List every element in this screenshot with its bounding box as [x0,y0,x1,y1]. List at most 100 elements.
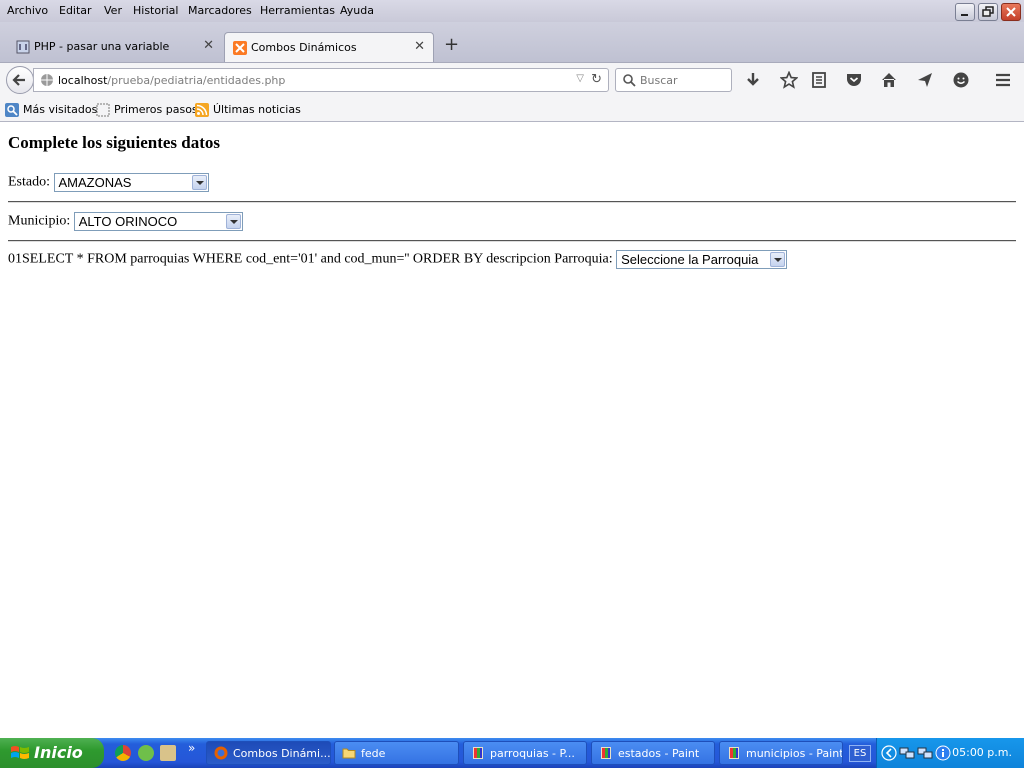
bookmark-primeros-pasos[interactable]: Primeros pasos [96,103,198,117]
url-bar[interactable]: localhost/prueba/pediatria/entidades.php… [33,68,609,92]
app-quicklaunch-icon[interactable] [160,745,176,761]
info-icon[interactable] [935,745,951,761]
reload-icon[interactable]: ↻ [591,72,602,87]
new-tab-icon[interactable]: + [444,34,459,55]
url-path: /prueba/pediatria/entidades.php [107,74,286,87]
search-input[interactable]: Buscar [615,68,732,92]
bookmark-label: Últimas noticias [213,103,301,116]
taskbar-button-fede[interactable]: fede [334,741,459,765]
minimize-button[interactable] [955,3,975,21]
history-dropdown-icon[interactable]: ▽ [576,73,584,84]
page-content: Complete los siguientes datos Estado: AM… [0,123,1024,738]
url-host: localhost [58,74,108,87]
chevron-down-icon [191,175,207,190]
tray-expand-icon[interactable] [881,745,897,761]
menu-herramientas[interactable]: Herramientas [260,4,335,17]
municipio-label: Municipio: [8,213,71,229]
navigation-bar: localhost/prueba/pediatria/entidades.php… [0,62,1024,96]
sql-query-text: 01SELECT * FROM parroquias WHERE cod_ent… [8,251,613,267]
parroquia-select[interactable]: Seleccione la Parroquia [616,250,788,269]
minimize-icon [961,14,968,16]
search-placeholder: Buscar [640,74,678,87]
start-button[interactable]: Inicio [0,738,104,768]
chevron-right-icon[interactable]: » [188,741,195,755]
chevron-down-icon [225,214,241,229]
chrome-icon[interactable] [115,745,131,761]
back-arrow-icon [12,74,25,86]
taskbar-button-municipios[interactable]: municipios - Paint [719,741,843,765]
url-text: localhost/prueba/pediatria/entidades.php [58,74,285,87]
taskbar-button-label: municipios - Paint [746,747,843,760]
most-visited-icon [5,103,19,117]
taskbar-button-parroquias[interactable]: parroquias - P... [463,741,587,765]
search-icon [623,74,636,87]
rss-icon [195,103,209,117]
globe-icon [41,74,53,86]
municipio-select[interactable]: ALTO ORINOCO [73,212,243,231]
parroquia-selected-value: Seleccione la Parroquia [621,252,759,267]
restore-button[interactable] [978,3,998,21]
municipio-selected-value: ALTO ORINOCO [78,214,178,229]
firefox-icon [214,746,228,760]
tab-php-pasar-variable[interactable]: PHP - pasar una variable ✕ [8,32,222,62]
bookmark-label: Primeros pasos [114,103,198,116]
xampp-icon [233,41,247,55]
tab-close-icon[interactable]: ✕ [203,38,214,53]
tab-close-icon[interactable]: ✕ [414,39,425,54]
back-button[interactable] [6,66,34,94]
clock: 05:00 p.m. [952,746,1012,759]
bookmark-ultimas-noticias[interactable]: Últimas noticias [195,103,301,117]
pocket-icon[interactable] [845,71,863,89]
menu-ayuda[interactable]: Ayuda [340,4,374,17]
page-heading: Complete los siguientes datos [8,133,221,152]
folder-icon [342,748,356,759]
paint-icon [601,747,611,759]
close-window-button[interactable] [1001,3,1021,21]
parroquia-row: 01SELECT * FROM parroquias WHERE cod_ent… [8,250,788,269]
language-indicator[interactable]: ES [849,745,871,762]
home-icon[interactable] [880,71,898,89]
chevron-down-icon [770,252,786,267]
taskbar-button-label: fede [361,747,386,760]
menu-editar[interactable]: Editar [59,4,92,17]
paint-icon [729,747,739,759]
reading-list-icon[interactable] [810,71,828,89]
tab-strip: PHP - pasar una variable ✕ Combos Dinámi… [0,22,1024,62]
divider [8,201,1016,203]
estado-select[interactable]: AMAZONAS [53,173,209,192]
municipio-row: Municipio: ALTO ORINOCO [8,212,243,231]
restore-icon [982,6,994,17]
close-icon [1006,7,1016,17]
estado-label: Estado: [8,174,50,190]
hello-icon[interactable] [952,71,970,89]
browser-quicklaunch-icon[interactable] [138,745,154,761]
network-icon[interactable] [899,745,915,761]
taskbar-button-label: estados - Paint [618,747,700,760]
taskbar-button-label: parroquias - P... [490,747,575,760]
taskbar-button-firefox[interactable]: Combos Dinámi... [206,741,331,765]
bookmark-label: Más visitados [23,103,98,116]
menu-ver[interactable]: Ver [104,4,122,17]
bookmark-mas-visitados[interactable]: Más visitados [5,103,98,117]
menu-historial[interactable]: Historial [133,4,178,17]
taskbar: Inicio » Combos Dinámi... fede parroquia… [0,738,1024,768]
menu-hamburger-icon[interactable] [994,71,1012,89]
system-tray: 05:00 p.m. [876,738,1024,768]
menu-marcadores[interactable]: Marcadores [188,4,252,17]
start-label: Inicio [34,743,83,762]
download-icon[interactable] [744,71,762,89]
tab-label: PHP - pasar una variable [34,40,170,53]
divider [8,240,1016,242]
paint-icon [473,747,483,759]
tab-combos-dinamicos[interactable]: Combos Dinámicos ✕ [224,32,434,62]
tab-label: Combos Dinámicos [251,41,357,54]
network-icon[interactable] [917,745,933,761]
share-icon[interactable] [916,71,934,89]
taskbar-button-estados[interactable]: estados - Paint [591,741,715,765]
bookmark-star-icon[interactable] [780,71,798,89]
menu-archivo[interactable]: Archivo [7,4,48,17]
taskbar-button-label: Combos Dinámi... [233,747,331,760]
estado-selected-value: AMAZONAS [58,175,132,190]
page-icon [16,40,30,54]
windows-logo-icon [11,746,29,759]
